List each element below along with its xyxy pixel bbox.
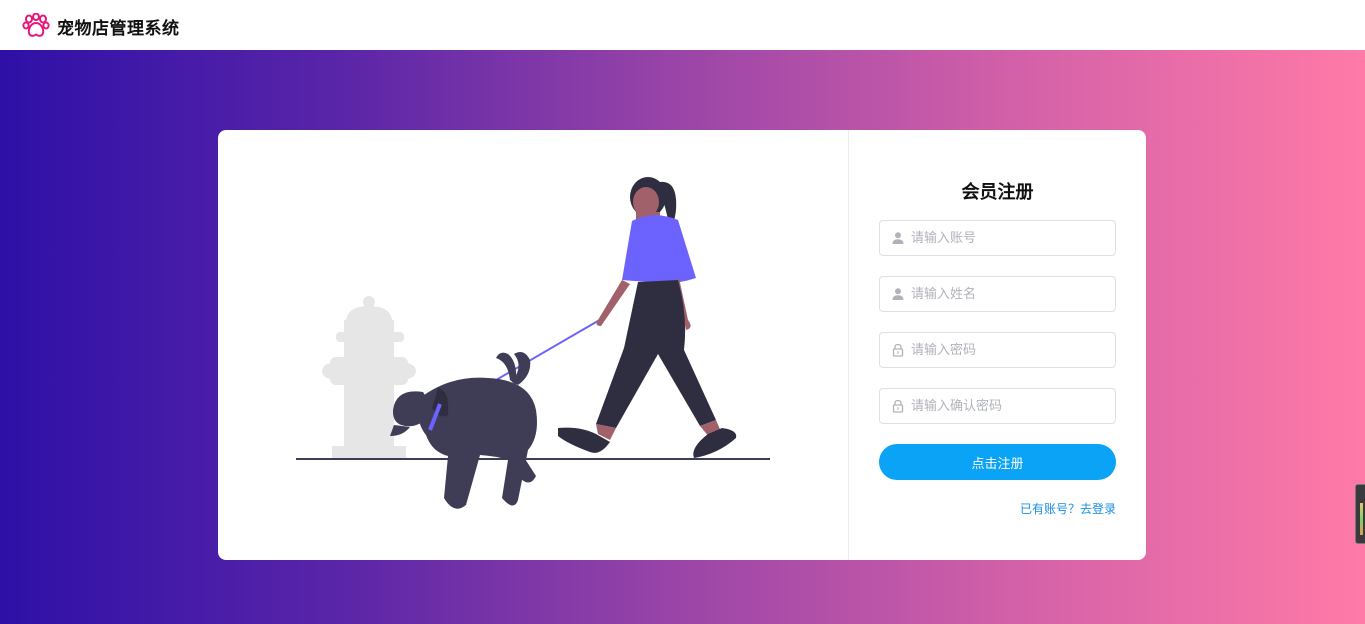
confirm-password-input[interactable] [911,389,1106,423]
lock-icon [892,399,904,413]
top-bar: 宠物店管理系统 [0,0,1365,50]
account-input[interactable] [911,221,1106,255]
register-card: 会员注册 点击注册 已有账号？去登录 [218,130,1146,560]
ground-line [296,458,770,460]
name-field[interactable] [879,276,1116,312]
app-title: 宠物店管理系统 [57,19,180,39]
password-input[interactable] [911,333,1106,367]
name-input[interactable] [911,277,1106,311]
side-widget-handle[interactable] [1355,484,1365,544]
paw-icon [22,13,50,37]
woman-walking-dog-illustration [296,177,770,509]
fire-hydrant-graphic [322,296,416,458]
user-icon [892,232,904,244]
lock-icon [892,343,904,357]
register-button[interactable]: 点击注册 [879,444,1116,480]
card-divider [848,130,849,560]
go-login-link[interactable]: 已有账号？去登录 [879,500,1116,517]
form-title: 会员注册 [961,182,1034,203]
password-field[interactable] [879,332,1116,368]
side-widget-indicator [1360,503,1363,535]
woman-graphic [558,177,737,458]
account-field[interactable] [879,220,1116,256]
user-icon [892,288,904,300]
confirm-password-field[interactable] [879,388,1116,424]
